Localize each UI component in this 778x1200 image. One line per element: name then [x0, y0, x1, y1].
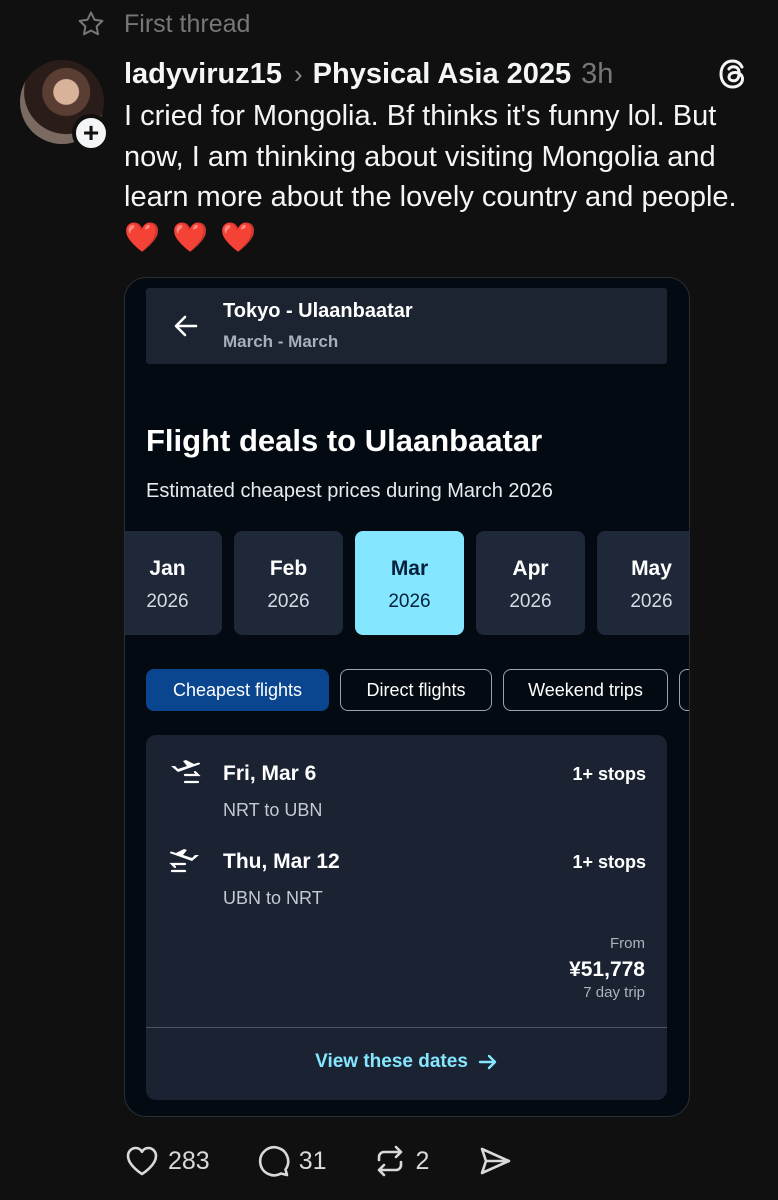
view-dates-button[interactable]: View these dates	[146, 1051, 667, 1073]
repost-icon	[377, 1145, 402, 1177]
deals-subtitle: Estimated cheapest prices during March 2…	[146, 480, 553, 502]
month-name: Feb	[269, 557, 308, 580]
month-apr[interactable]: Apr 2026	[476, 531, 585, 635]
leg-date: Fri, Mar 6	[223, 762, 317, 785]
thread-label: First thread	[76, 8, 250, 40]
route-subtitle: March - March	[223, 332, 339, 351]
view-dates-label: View these dates	[315, 1051, 468, 1072]
back-arrow-icon[interactable]	[172, 312, 200, 340]
filter-direct-flights[interactable]: Direct flights	[340, 669, 492, 711]
flight-deal-card[interactable]: Fri, Mar 6 NRT to UBN 1+ stops Thu, Mar …	[146, 735, 667, 1100]
month-year: 2026	[267, 591, 310, 612]
price-from-label: From	[610, 935, 645, 952]
heart-icon	[126, 1146, 158, 1176]
price: ¥51,778	[569, 958, 645, 981]
plane-landing-icon	[169, 849, 199, 873]
share-button[interactable]	[477, 1143, 513, 1179]
leg-route: UBN to NRT	[223, 888, 323, 908]
plane-takeoff-icon	[171, 760, 201, 784]
comment-icon	[258, 1145, 290, 1177]
reply-button[interactable]: 31	[255, 1143, 327, 1179]
leg-route: NRT to UBN	[223, 800, 323, 820]
post-time: 3h	[581, 57, 614, 90]
month-jan[interactable]: Jan 2026	[125, 531, 222, 635]
like-count: 283	[168, 1146, 210, 1175]
filter-more[interactable]	[679, 669, 689, 711]
divider	[146, 1027, 667, 1028]
month-name: Jan	[149, 557, 186, 580]
month-year: 2026	[509, 591, 552, 612]
star-icon[interactable]	[76, 9, 106, 39]
action-bar: 283 31 2	[124, 1140, 513, 1182]
reply-count: 31	[298, 1146, 327, 1175]
follow-plus-icon[interactable]: +	[72, 114, 110, 152]
leg-stops: 1+ stops	[572, 852, 646, 872]
leg-stops: 1+ stops	[572, 764, 646, 784]
post-body: I cried for Mongolia. Bf thinks it's fun…	[124, 100, 737, 213]
post-text: I cried for Mongolia. Bf thinks it's fun…	[124, 96, 754, 258]
month-name: May	[631, 557, 672, 580]
post-header: ladyviruz15 › Physical Asia 2025 3h	[124, 54, 613, 94]
threads-logo-icon	[719, 59, 745, 89]
repost-button[interactable]: 2	[372, 1143, 430, 1179]
month-name: Mar	[390, 557, 429, 580]
username[interactable]: ladyviruz15	[124, 58, 282, 91]
like-button[interactable]: 283	[124, 1143, 210, 1179]
month-mar[interactable]: Mar 2026	[355, 531, 464, 635]
arrow-right-icon	[478, 1054, 497, 1070]
month-year: 2026	[146, 591, 189, 612]
attached-image[interactable]: Tokyo - Ulaanbaatar March - March Flight…	[124, 277, 690, 1117]
send-icon	[481, 1147, 511, 1175]
month-may[interactable]: May 2026	[597, 531, 689, 635]
heart-emojis: ❤️ ❤️ ❤️	[124, 221, 259, 254]
deals-title: Flight deals to Ulaanbaatar	[146, 423, 543, 458]
leg-date: Thu, Mar 12	[223, 850, 340, 873]
thread-label-text: First thread	[124, 9, 251, 38]
filter-cheapest-flights[interactable]: Cheapest flights	[146, 669, 329, 711]
topic-tag[interactable]: Physical Asia 2025	[313, 58, 572, 91]
route-header: Tokyo - Ulaanbaatar March - March	[146, 288, 667, 364]
month-feb[interactable]: Feb 2026	[234, 531, 343, 635]
filter-weekend-trips[interactable]: Weekend trips	[503, 669, 668, 711]
trip-length: 7 day trip	[583, 984, 645, 1001]
chevron-right-icon: ›	[293, 58, 303, 89]
route-title: Tokyo - Ulaanbaatar	[223, 300, 413, 322]
month-year: 2026	[388, 591, 431, 612]
repost-count: 2	[415, 1146, 430, 1175]
month-name: Apr	[512, 557, 549, 580]
month-year: 2026	[630, 591, 673, 612]
